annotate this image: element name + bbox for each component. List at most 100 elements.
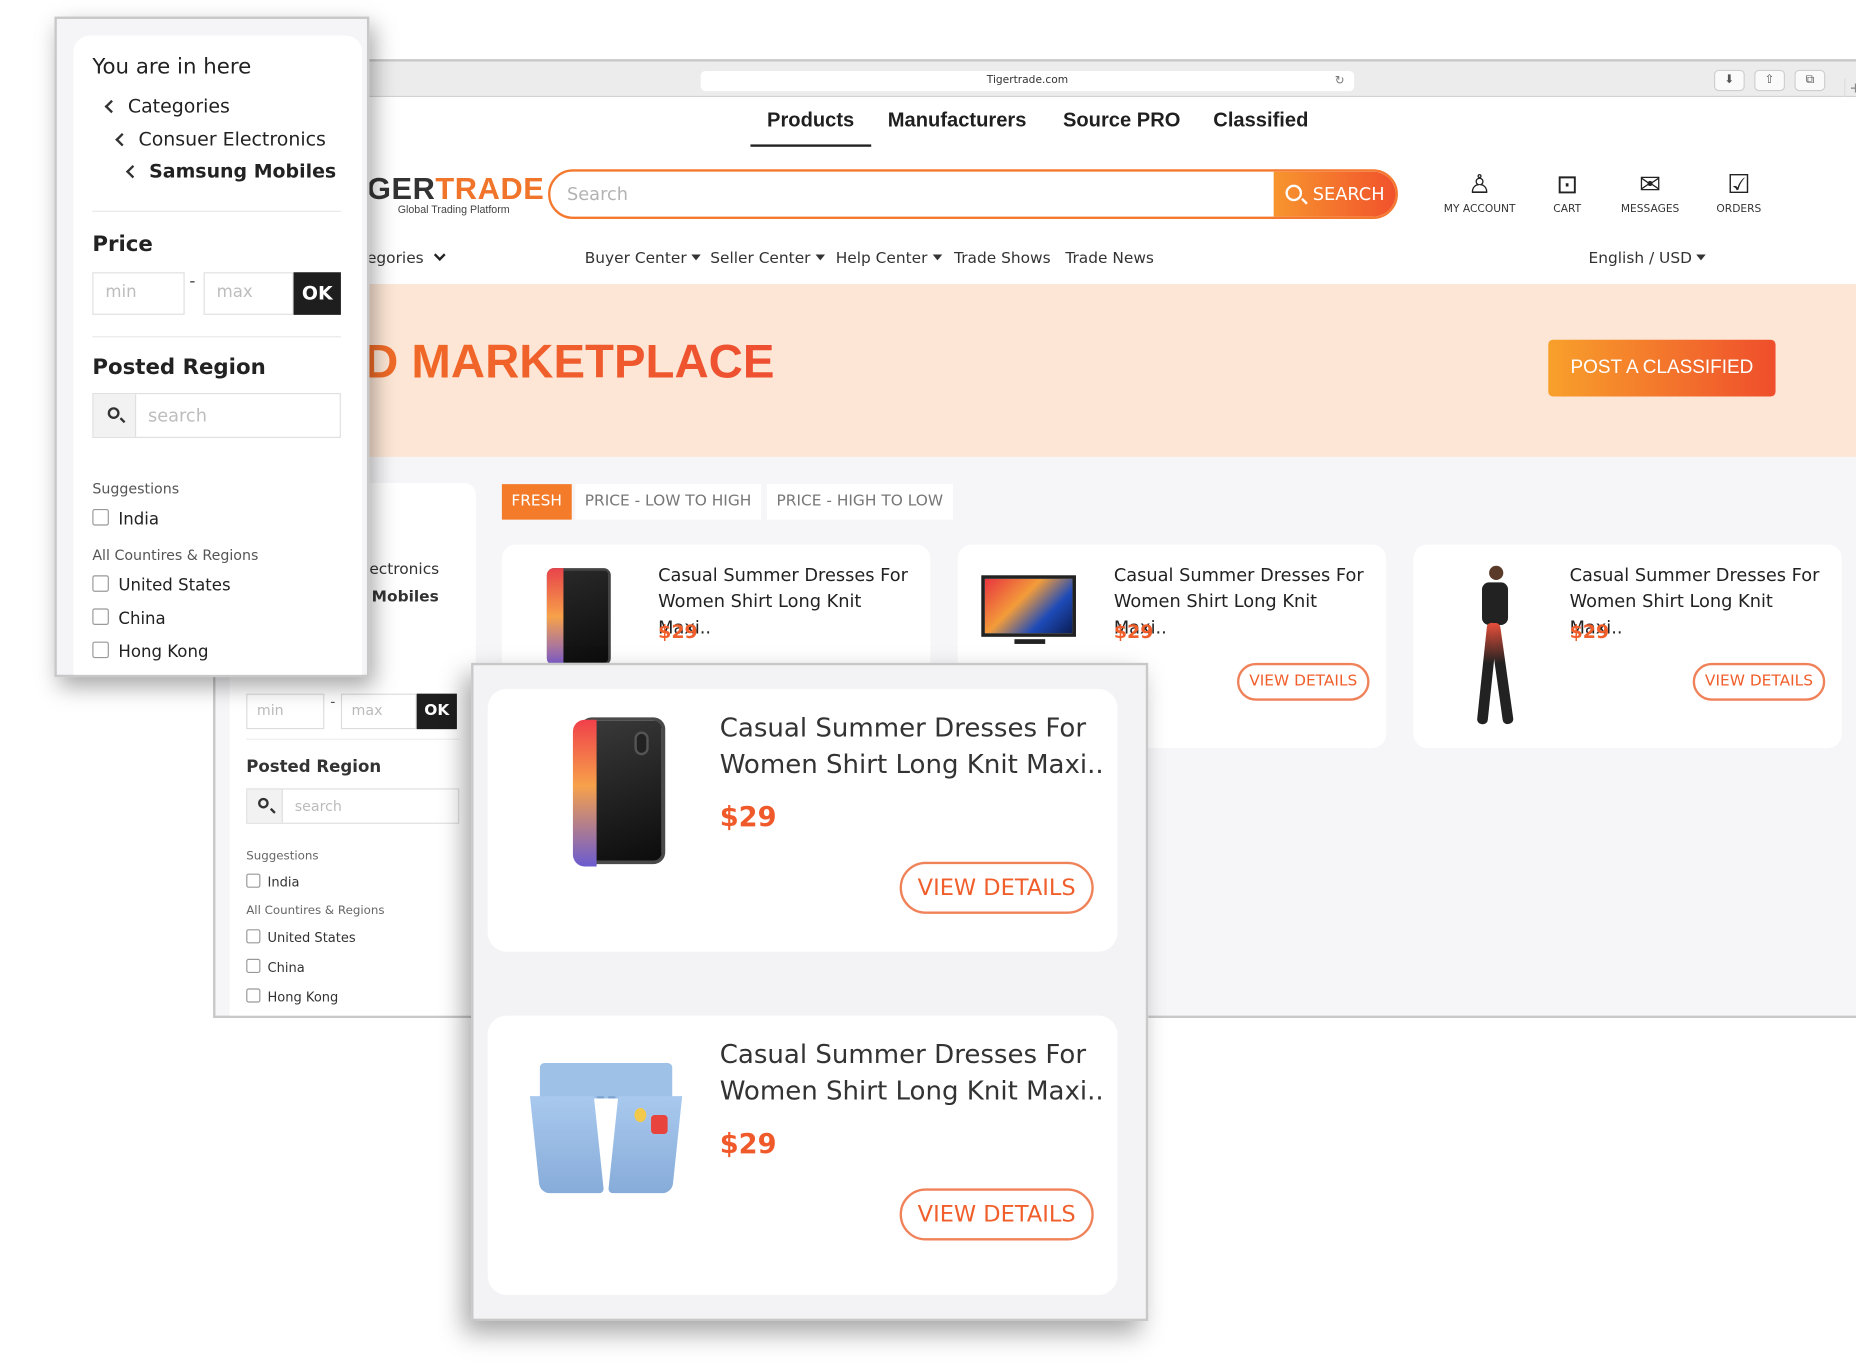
checkbox[interactable] [92, 608, 109, 625]
locale-selector[interactable]: English / USD [1589, 250, 1707, 268]
nav-buyer-center[interactable]: Buyer Center [585, 250, 701, 268]
share-icon[interactable]: ⇧ [1754, 69, 1786, 92]
product-title[interactable]: Casual Summer Dresses For Women Shirt Lo… [720, 1037, 1104, 1110]
categories-dropdown[interactable]: egories [367, 249, 446, 268]
region-option-india[interactable]: India [92, 508, 159, 529]
browser-chrome: Tigertrade.com ↻ ⬇ ⇧ ⧉ + [215, 61, 1856, 98]
checkbox[interactable] [246, 873, 261, 888]
search-button-label: SEARCH [1312, 183, 1385, 205]
breadcrumb-item-electronics[interactable]: Consuer Electronics [115, 128, 326, 150]
search-icon [1285, 184, 1303, 202]
my-account-link[interactable]: ♙ MY ACCOUNT [1435, 168, 1525, 215]
region-label: India [267, 874, 300, 891]
phone-screen-shape [572, 719, 597, 867]
sort-price-low-high[interactable]: PRICE - LOW TO HIGH [575, 484, 761, 520]
search-button[interactable]: SEARCH [1273, 171, 1396, 217]
checkbox[interactable] [92, 575, 109, 592]
tab-products[interactable]: Products [750, 109, 871, 147]
max-price-input[interactable]: max [340, 693, 417, 730]
figure-head-shape [1489, 565, 1504, 581]
view-details-button[interactable]: VIEW DETAILS [899, 1188, 1094, 1241]
region-option-hong-kong[interactable]: Hong Kong [246, 988, 338, 1005]
shorts-waist-shape [539, 1062, 673, 1099]
region-label: United States [118, 576, 231, 596]
product-image-woman [1430, 556, 1555, 734]
sort-price-high-low[interactable]: PRICE - HIGH TO LOW [767, 484, 953, 520]
nav-seller-center[interactable]: Seller Center [710, 249, 825, 268]
min-price-input[interactable]: min [92, 272, 185, 315]
region-search-field[interactable]: search [246, 788, 460, 824]
region-search-input[interactable]: search [148, 405, 207, 426]
caret-down-icon [815, 254, 825, 261]
product-card[interactable]: Casual Summer Dresses For Women Shirt Lo… [1413, 544, 1842, 749]
product-card-zoom[interactable]: Casual Summer Dresses For Women Shirt Lo… [487, 1015, 1118, 1295]
product-price: $29 [658, 620, 698, 643]
nav-trade-news[interactable]: Trade News [1065, 250, 1154, 268]
search-icon-box [247, 789, 283, 823]
view-details-button[interactable]: VIEW DETAILS [899, 861, 1094, 914]
min-price-input[interactable]: min [246, 693, 325, 730]
download-icon[interactable]: ⬇ [1713, 69, 1745, 92]
tabs-icon[interactable]: ⧉ [1794, 69, 1826, 92]
region-label: United States [267, 930, 356, 946]
product-card-zoom[interactable]: Casual Summer Dresses For Women Shirt Lo… [487, 688, 1118, 952]
region-option-china[interactable]: China [92, 608, 166, 629]
stage: Tigertrade.com ↻ ⬇ ⇧ ⧉ + Products Manufa… [0, 0, 1856, 1363]
post-classified-button[interactable]: POST A CLASSIFIED [1548, 339, 1776, 397]
region-option-united-states[interactable]: United States [92, 575, 231, 596]
my-account-label: MY ACCOUNT [1443, 203, 1516, 216]
address-bar[interactable]: Tigertrade.com ↻ [700, 71, 1355, 92]
breadcrumb-mobiles[interactable]: Mobiles [372, 588, 439, 606]
seller-center-label: Seller Center [710, 249, 811, 268]
tab-source-pro[interactable]: Source PRO [1063, 109, 1180, 133]
search-bar: Search SEARCH [548, 169, 1398, 219]
region-option-india[interactable]: India [246, 873, 300, 891]
breadcrumb-item-categories[interactable]: Categories [104, 95, 230, 117]
nav-help-center[interactable]: Help Center [836, 250, 942, 268]
region-option-hong-kong[interactable]: Hong Kong [92, 641, 208, 662]
region-search-field[interactable]: search [92, 392, 341, 438]
logo-tagline: Global Trading Platform [397, 203, 510, 216]
shorts-leg-shape [529, 1096, 605, 1194]
orders-link[interactable]: ☑ ORDERS [1709, 168, 1768, 215]
messages-label: MESSAGES [1620, 203, 1680, 216]
tab-classified[interactable]: Classified [1213, 109, 1308, 133]
view-details-button[interactable]: VIEW DETAILS [1236, 662, 1370, 701]
product-title-line-2: Women Shirt Long Knit Maxi.. [719, 750, 1104, 781]
tab-manufacturers[interactable]: Manufacturers [888, 109, 1027, 133]
all-regions-label: All Countires & Regions [246, 904, 385, 918]
checkbox[interactable] [246, 958, 261, 974]
region-option-united-states[interactable]: United States [246, 929, 356, 946]
price-ok-button[interactable]: OK [416, 693, 457, 730]
checkbox[interactable] [246, 988, 261, 1003]
region-search-input[interactable]: search [295, 798, 342, 815]
region-option-china[interactable]: China [246, 958, 305, 975]
suggestions-label: Suggestions [246, 849, 319, 863]
sort-fresh[interactable]: FRESH [501, 484, 572, 520]
breadcrumb-electronics[interactable]: ectronics [369, 561, 439, 579]
envelope-icon: ✉ [1639, 170, 1661, 201]
cart-link[interactable]: ⊡ CART [1541, 168, 1593, 215]
phone-camera-shape [634, 731, 649, 756]
url-text: Tigertrade.com [986, 74, 1069, 87]
locale-label: English / USD [1588, 249, 1692, 268]
chevron-down-icon [433, 249, 446, 261]
site-logo[interactable]: GERTRADE Global Trading Platform [367, 170, 544, 215]
view-details-button[interactable]: VIEW DETAILS [1692, 662, 1826, 701]
checkbox[interactable] [92, 641, 109, 659]
max-price-input[interactable]: max [203, 272, 294, 315]
checkbox[interactable] [92, 508, 109, 526]
new-tab-icon[interactable]: + [1844, 78, 1856, 98]
product-title-line-2: Women Shirt Long Knit Maxi.. [719, 1077, 1104, 1107]
reload-icon[interactable]: ↻ [1335, 71, 1345, 91]
breadcrumb-item-samsung-mobiles[interactable]: Samsung Mobiles [125, 160, 336, 182]
nav-trade-shows[interactable]: Trade Shows [954, 250, 1051, 268]
search-input[interactable]: Search [567, 183, 628, 204]
product-title-line-1: Casual Summer Dresses For [719, 713, 1087, 744]
filter-panel-zoom: You are in here Categories Consuer Elect… [54, 16, 370, 678]
messages-link[interactable]: ✉ MESSAGES [1612, 168, 1688, 215]
product-title[interactable]: Casual Summer Dresses For Women Shirt Lo… [720, 710, 1104, 783]
price-ok-button[interactable]: OK [293, 272, 341, 315]
checkbox[interactable] [246, 929, 261, 944]
breadcrumb-heading: You are in here [92, 54, 252, 80]
